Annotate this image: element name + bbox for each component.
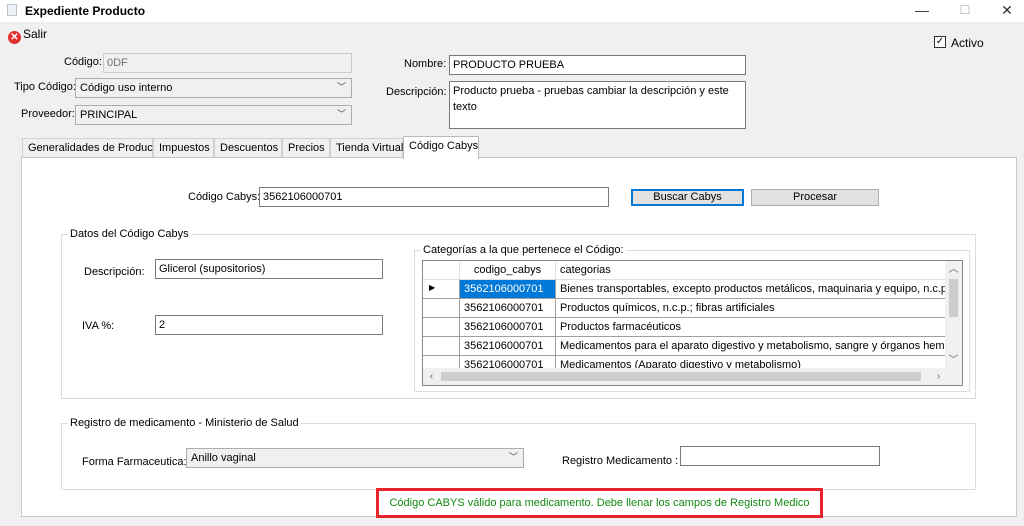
horizontal-scroll-thumb[interactable] [441,372,921,381]
categorias-title: Categorías a la que pertenece el Código: [421,244,626,256]
codigo-label: Código: [64,56,102,68]
status-message: Código CABYS válido para medicamento. De… [389,497,810,509]
tab-descuentos[interactable]: Descuentos [214,138,282,158]
tab-generalidades[interactable]: Generalidades de Producto [22,138,162,158]
forma-farmaceutica-select[interactable]: Anillo vaginal ﹀ [186,448,524,468]
horizontal-scrollbar[interactable]: ‹ › [423,368,962,385]
window-title: Expediente Producto [25,4,146,18]
iva-label: IVA %: [82,320,115,332]
tab-tienda-virtual[interactable]: Tienda Virtual [330,138,403,158]
tipo-codigo-label: Tipo Código: [14,81,76,93]
grid-cell-categoria[interactable]: Productos químicos, n.c.p.; fibras artif… [556,299,947,318]
column-header-codigo[interactable]: codigo_cabys [460,261,556,280]
categorias-grid[interactable]: codigo_cabys categorias ▶ 3562106000701 … [422,260,963,386]
close-circle-icon: ✕ [8,31,21,44]
grid-cell-codigo[interactable]: 3562106000701 [460,299,556,318]
scrollbar-corner [945,368,962,385]
table-row[interactable]: 3562106000701 Medicamentos para el apara… [423,337,947,356]
cabys-descripcion-label: Descripción: [84,266,145,278]
descripcion-input[interactable]: Producto prueba - pruebas cambiar la des… [449,81,746,129]
tab-precios[interactable]: Precios [282,138,330,158]
proveedor-select[interactable]: PRINCIPAL ﹀ [75,105,352,125]
vertical-scroll-thumb[interactable] [949,279,958,317]
row-header[interactable] [423,299,460,318]
tab-codigo-cabys[interactable]: Código Cabys [403,136,479,159]
row-header[interactable] [423,337,460,356]
app-icon [7,4,17,16]
table-row[interactable]: ▶ 3562106000701 Bienes transportables, e… [423,280,947,299]
scroll-up-icon[interactable]: ︿ [945,261,962,278]
nombre-input[interactable]: PRODUCTO PRUEBA [449,55,746,75]
grid-corner-header [423,261,460,280]
scroll-left-icon[interactable]: ‹ [423,368,440,385]
chevron-down-icon: ﹀ [336,109,346,119]
vertical-scrollbar[interactable]: ︿ ﹀ [945,261,962,369]
table-row[interactable]: 3562106000701 Productos químicos, n.c.p.… [423,299,947,318]
registro-medicamento-label: Registro Medicamento : [562,455,679,467]
current-row-icon: ▶ [429,283,436,292]
row-header[interactable] [423,318,460,337]
tab-impuestos[interactable]: Impuestos [153,138,214,158]
grid-cell-categoria[interactable]: Medicamentos para el aparato digestivo y… [556,337,947,356]
row-header[interactable]: ▶ [423,280,460,299]
grid-cell-categoria[interactable]: Productos farmacéuticos [556,318,947,337]
forma-farmaceutica-label: Forma Farmaceutica: [82,456,187,468]
activo-checkbox[interactable]: ✓ [934,36,946,48]
registro-medicamento-input[interactable] [680,446,880,466]
registro-title: Registro de medicamento - Ministerio de … [68,417,301,429]
grid-cell-categoria[interactable]: Bienes transportables, excepto productos… [556,280,947,299]
iva-input[interactable]: 2 [155,315,383,335]
chevron-down-icon: ﹀ [336,82,346,92]
descripcion-label: Descripción: [386,86,447,98]
tipo-codigo-select[interactable]: Código uso interno ﹀ [75,78,352,98]
close-button[interactable]: ✕ [990,0,1024,22]
exit-label: Salir [23,27,48,41]
table-row[interactable]: 3562106000701 Productos farmacéuticos [423,318,947,337]
cabys-codigo-input[interactable]: 3562106000701 [259,187,609,207]
cabys-descripcion-input[interactable]: Glicerol (supositorios) [155,259,383,279]
tipo-codigo-value: Código uso interno [80,82,173,94]
datos-cabys-title: Datos del Código Cabys [68,228,191,240]
grid-cell-codigo[interactable]: 3562106000701 [460,337,556,356]
scroll-down-icon[interactable]: ﹀ [945,352,962,369]
proveedor-label: Proveedor: [21,108,75,120]
cabys-codigo-label: Código Cabys: [188,191,261,203]
chevron-down-icon: ﹀ [508,452,518,462]
grid-header-row: codigo_cabys categorias [423,261,947,280]
proveedor-value: PRINCIPAL [80,109,138,121]
column-header-categorias[interactable]: categorias [556,261,947,280]
grid-cell-codigo[interactable]: 3562106000701 [460,280,556,299]
maximize-button[interactable]: ☐ [948,0,982,22]
grid-cell-codigo[interactable]: 3562106000701 [460,318,556,337]
window-title-bar: Expediente Producto — ☐ ✕ [0,0,1024,22]
forma-farmaceutica-value: Anillo vaginal [191,452,256,464]
exit-button[interactable]: ✕ Salir [8,26,47,44]
minimize-button[interactable]: — [905,0,939,22]
status-highlight: Código CABYS válido para medicamento. De… [376,488,823,518]
activo-label: Activo [951,36,984,50]
codigo-input[interactable]: 0DF [103,53,352,73]
procesar-button[interactable]: Procesar [751,189,879,206]
buscar-cabys-button[interactable]: Buscar Cabys [631,189,744,206]
nombre-label: Nombre: [404,58,447,70]
